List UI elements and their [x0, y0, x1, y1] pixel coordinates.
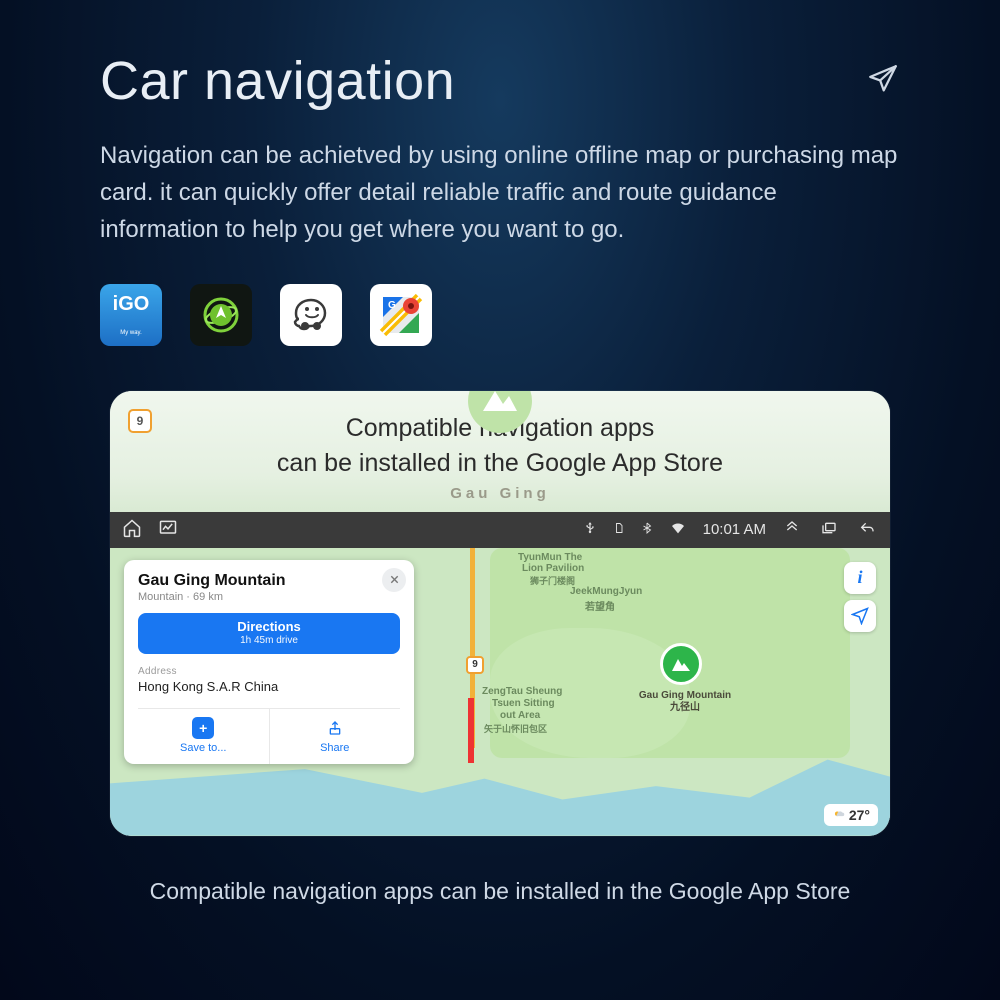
map-label-lion: Lion Pavilion — [522, 563, 584, 574]
frame-headline-2: can be installed in the Google App Store — [150, 446, 850, 481]
address-label: Address — [138, 666, 400, 677]
share-button[interactable]: Share — [269, 709, 401, 764]
close-card-button[interactable] — [382, 568, 406, 592]
google-maps-app-icon[interactable]: G — [370, 284, 432, 346]
navitel-app-icon[interactable] — [190, 284, 252, 346]
back-icon[interactable] — [856, 520, 878, 539]
map-label-tsuen: Tsuen Sitting — [492, 698, 555, 709]
map-label-shan: 矢于山怀旧包区 — [484, 722, 547, 735]
temperature-badge: 27° — [824, 804, 878, 826]
footer-text: Compatible navigation apps can be instal… — [0, 878, 1000, 905]
svg-text:G: G — [388, 300, 396, 311]
android-status-bar: 10:01 AM — [110, 512, 890, 548]
map-label-lion-cn: 狮子门楼阁 — [530, 574, 575, 587]
mountain-pin-icon[interactable] — [660, 643, 702, 685]
page-title: Car navigation — [100, 50, 455, 112]
igo-label: iGO — [113, 293, 150, 316]
gauging-label: Gau Ging — [150, 483, 850, 504]
save-to-button[interactable]: + Save to... — [138, 709, 269, 764]
description-text: Navigation can be achietved by using onl… — [0, 112, 1000, 249]
mountain-watermark-icon — [465, 391, 535, 436]
share-icon — [324, 717, 346, 739]
igo-sublabel: My way. — [120, 330, 142, 336]
route-9-marker: 9 — [466, 656, 484, 674]
map-label-jeekmung: JeekMungJyun — [570, 586, 642, 597]
graph-icon[interactable] — [158, 518, 178, 541]
recent-apps-icon[interactable] — [818, 520, 840, 539]
plus-icon: + — [192, 717, 214, 739]
app-icons-row: iGO My way. G — [0, 249, 1000, 346]
map-area[interactable]: 9 JeekMungJyun 若望角 ZengTau Sheung Tsuen … — [110, 548, 890, 836]
sim-icon — [613, 520, 625, 539]
place-info-card: Gau Ging Mountain Mountain · 69 km Direc… — [124, 560, 414, 765]
bluetooth-icon — [641, 520, 653, 539]
device-frame: 9 Compatible navigation apps can be inst… — [110, 391, 890, 836]
wifi-icon — [669, 520, 687, 539]
map-info-button[interactable]: i — [844, 562, 876, 594]
map-label-jeekmung-cn: 若望角 — [585, 598, 615, 613]
map-label-zengtau: ZengTau Sheung — [482, 686, 562, 697]
weather-icon — [832, 808, 846, 822]
address-value: Hong Kong S.A.R China — [138, 679, 400, 694]
mountain-pin-label: Gau Ging Mountain 九径山 — [630, 690, 740, 714]
map-label-outarea: out Area — [500, 710, 540, 721]
usb-icon — [583, 520, 597, 539]
place-subtitle: Mountain · 69 km — [138, 591, 400, 603]
paper-plane-icon[interactable] — [866, 62, 900, 101]
waze-app-icon[interactable] — [280, 284, 342, 346]
directions-button[interactable]: Directions 1h 45m drive — [138, 613, 400, 655]
map-label-tyunmun: TyunMun The — [518, 552, 582, 563]
map-locate-button[interactable] — [844, 600, 876, 632]
place-title: Gau Ging Mountain — [138, 572, 400, 590]
igo-app-icon[interactable]: iGO My way. — [100, 284, 162, 346]
expand-up-icon[interactable] — [782, 520, 802, 539]
route-9-badge: 9 — [128, 409, 152, 433]
home-icon[interactable] — [122, 518, 142, 541]
frame-header: 9 Compatible navigation apps can be inst… — [110, 391, 890, 512]
status-time: 10:01 AM — [703, 521, 766, 538]
